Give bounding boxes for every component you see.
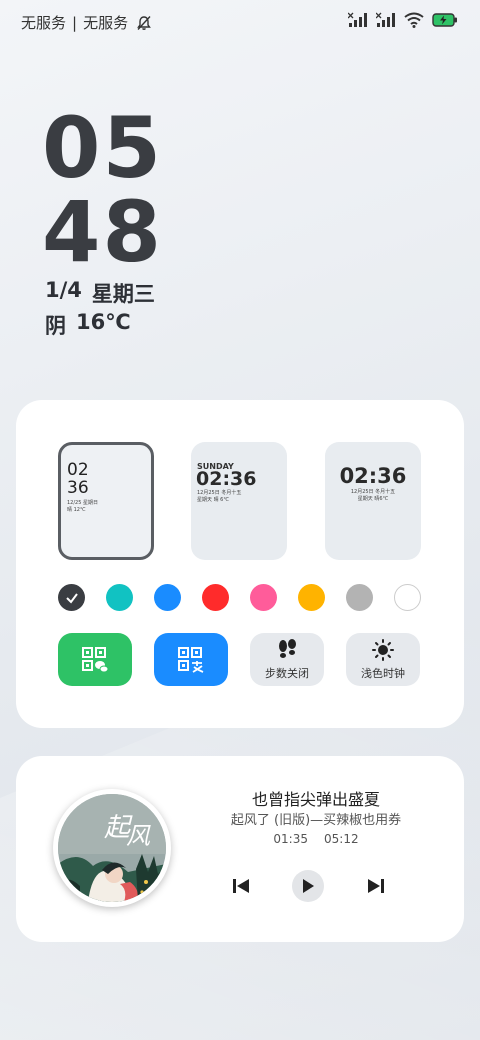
album-cover[interactable]: 起 风: [53, 789, 171, 907]
clock-style-1[interactable]: 02 36 12/25 星期日 晴 12℃: [58, 442, 154, 560]
alipay-qr-icon: [178, 646, 204, 673]
bell-off-icon: [137, 15, 151, 30]
skip-previous-icon: [233, 879, 249, 893]
style-2-line2: 星期天 晴 6℃: [197, 497, 229, 503]
weekday-text: 星期三: [91, 282, 155, 306]
color-swatch-white[interactable]: [394, 584, 421, 611]
style-3-time: 02:36: [339, 464, 407, 488]
album-art-image: 起 风: [58, 794, 166, 902]
color-swatch-pink[interactable]: [250, 584, 277, 611]
carrier-separator: |: [72, 13, 78, 32]
check-icon: [65, 592, 78, 604]
skip-next-icon: [368, 879, 384, 893]
weather-text: 阴: [45, 314, 66, 338]
light-clock-button[interactable]: 浅色时钟: [346, 633, 420, 686]
wifi-icon: [404, 12, 424, 28]
clock-settings-card: 02 36 12/25 星期日 晴 12℃ SUNDAY 02:36 12月25…: [16, 400, 464, 728]
color-swatch-teal[interactable]: [106, 584, 133, 611]
music-player-card: 起 风 也曾指尖弹出盛夏 起风了 (旧版)—买辣椒也用券 01:35 05:12: [16, 756, 464, 942]
steps-toggle-button[interactable]: 步数关闭: [250, 633, 324, 686]
carrier-1-text: 无服务: [21, 14, 67, 32]
total-time: 05:12: [324, 832, 359, 846]
clock-minute: 48: [42, 183, 163, 281]
steps-toggle-label: 步数关闭: [265, 666, 309, 680]
battery-icon: [432, 13, 457, 27]
style-2-time: 02:36: [196, 468, 257, 490]
status-bar: 无服务 | 无服务: [0, 0, 480, 42]
style-3-line1: 12月25日 冬月十五: [350, 489, 396, 495]
svg-text:风: 风: [126, 822, 151, 850]
color-swatch-dark[interactable]: [58, 584, 85, 611]
date-line: 1/4 星期三: [45, 278, 155, 308]
play-button[interactable]: [292, 870, 324, 902]
style-1-minute: 36: [67, 478, 89, 498]
previous-track-button[interactable]: [229, 874, 253, 898]
color-swatch-red[interactable]: [202, 584, 229, 611]
sun-icon: [372, 638, 394, 661]
style-2-line1: 12月25日 冬月十五: [197, 490, 242, 496]
style-1-date: 12/25 星期日: [67, 500, 98, 506]
next-track-button[interactable]: [364, 874, 388, 898]
clock-hour: 05: [42, 99, 163, 197]
color-swatch-yellow[interactable]: [298, 584, 325, 611]
current-time: 01:35: [273, 832, 308, 846]
song-artist: 起风了 (旧版)—买辣椒也用券: [230, 813, 402, 828]
date-text: 1/4: [45, 278, 82, 302]
color-swatch-gray[interactable]: [346, 584, 373, 611]
footsteps-icon: [279, 638, 296, 658]
wechat-qr-icon: [82, 646, 109, 672]
song-times: 01:35 05:12: [201, 832, 431, 846]
temperature-text: 16℃: [76, 310, 131, 334]
color-swatch-blue[interactable]: [154, 584, 181, 611]
style-1-weather: 晴 12℃: [67, 507, 86, 513]
play-icon: [303, 879, 314, 893]
wechat-pay-qr-button[interactable]: [58, 633, 132, 686]
signal-icon-2: [376, 12, 395, 27]
status-left: 无服务 | 无服务: [21, 12, 152, 33]
signal-icon: [348, 12, 367, 27]
light-clock-label: 浅色时钟: [361, 666, 405, 680]
carrier-2-text: 无服务: [83, 14, 129, 32]
style-3-line2: 星期天 晴6℃: [357, 496, 389, 502]
style-1-hour: 02: [67, 460, 89, 480]
style-1-time: 02 36: [67, 461, 89, 497]
clock-style-2[interactable]: SUNDAY 02:36 12月25日 冬月十五 星期天 晴 6℃: [191, 442, 287, 560]
status-right: [348, 12, 458, 28]
alipay-qr-button[interactable]: [154, 633, 228, 686]
song-title: 也曾指尖弹出盛夏: [251, 790, 380, 809]
clock-style-3[interactable]: 02:36 12月25日 冬月十五 星期天 晴6℃: [325, 442, 421, 560]
weather-line: 阴 16℃: [45, 310, 131, 340]
